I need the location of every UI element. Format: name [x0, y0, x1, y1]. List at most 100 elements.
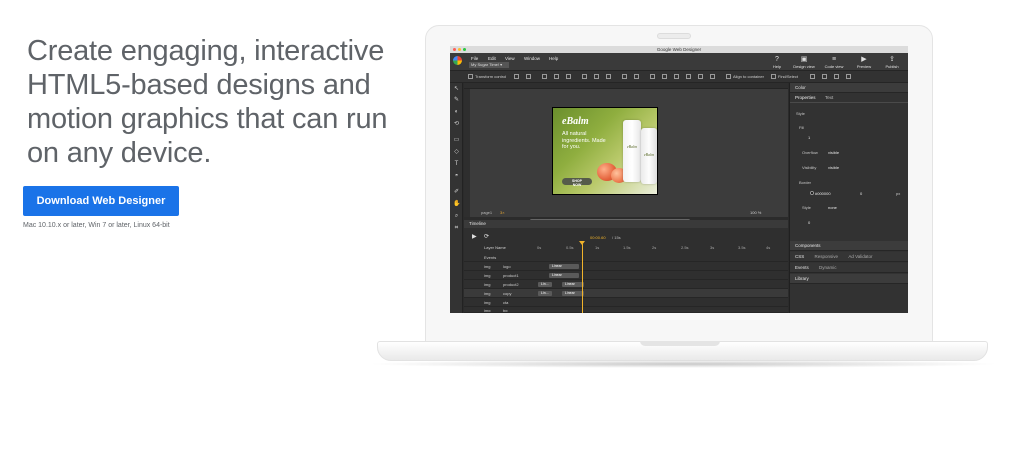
paint-bucket-tool-icon[interactable]: ◓ [453, 173, 460, 180]
style-section-label[interactable]: Style [796, 111, 805, 116]
spacing-icon[interactable] [686, 74, 691, 79]
menu-view[interactable]: View [505, 56, 515, 61]
zoom-tool-icon[interactable]: ⌕ [453, 213, 460, 220]
border-radius-value[interactable]: 0 [808, 220, 810, 225]
border-style-select[interactable]: none [828, 205, 837, 210]
tag-tool-icon[interactable]: ◇ [453, 149, 460, 156]
border-color-swatch[interactable] [810, 191, 814, 195]
distribute-h-icon[interactable] [622, 74, 627, 79]
distribute-space-icon[interactable] [674, 74, 679, 79]
align-right-icon[interactable] [566, 74, 571, 79]
overflow-select[interactable]: visible [828, 150, 839, 155]
components-panel-header[interactable]: Components [790, 241, 908, 251]
close-window-icon[interactable] [453, 48, 456, 51]
selection-tool-icon[interactable]: ↖ [453, 86, 460, 93]
border-unit: px [896, 191, 901, 196]
animation-bar[interactable]: Linear [562, 282, 584, 287]
timeline-tick: 3s [710, 245, 715, 250]
product-tube-image: eBalm [641, 128, 657, 184]
page-label[interactable]: page1 [481, 210, 492, 215]
align-middle-icon[interactable] [594, 74, 599, 79]
shape-tool-icon[interactable]: ▭ [453, 137, 460, 144]
transform-icon[interactable] [514, 74, 519, 79]
tab-dynamic[interactable]: Dynamic [819, 265, 837, 270]
tab-properties[interactable]: Properties [795, 95, 816, 100]
zoom-level[interactable]: 100 % [750, 210, 761, 215]
timeline-row[interactable]: img product2 Lin... Linear [464, 280, 788, 289]
align-top-icon[interactable] [582, 74, 587, 79]
border-width-value[interactable]: 0 [860, 191, 862, 196]
shop-now-button[interactable]: SHOP NOW [562, 178, 592, 187]
properties-panel: Color Properties Text Style Fill 1 Overf… [789, 83, 908, 313]
laptop-shadow [365, 360, 1001, 368]
publish-button[interactable]: ⇪ Publish [881, 56, 903, 69]
find-select-checkbox[interactable] [771, 74, 776, 79]
play-icon[interactable]: ▶ [472, 233, 477, 240]
timeline-timecode[interactable]: 00:00.60 [590, 235, 606, 240]
size-width-icon[interactable] [650, 74, 655, 79]
animation-bar[interactable]: Lin... [538, 291, 552, 296]
maximize-window-icon[interactable] [463, 48, 466, 51]
timeline-playhead[interactable] [582, 244, 583, 313]
tab-events[interactable]: Events [795, 265, 809, 270]
library-panel-header[interactable]: Library [790, 274, 908, 284]
eyedropper-tool-icon[interactable]: ✐ [453, 189, 460, 196]
size-height-icon[interactable] [662, 74, 667, 79]
text-tool-icon[interactable]: T [453, 161, 460, 168]
border-color-value[interactable]: #000000 [815, 191, 831, 196]
align-to-container-checkbox[interactable] [726, 74, 731, 79]
design-view-button[interactable]: ▣ Design view [793, 56, 815, 69]
animation-bar[interactable]: Linear [562, 291, 584, 296]
rotate-icon[interactable] [810, 74, 815, 79]
timeline-row[interactable]: img logo Linear [464, 262, 788, 271]
ad-creative[interactable]: eBalm All natural ingredients. Made for … [552, 107, 658, 195]
file-tab[interactable]: My Sugar Time! ▾ [469, 62, 509, 68]
menu-edit[interactable]: Edit [488, 56, 496, 61]
timeline-row[interactable]: img bg [464, 306, 788, 313]
menu-window[interactable]: Window [524, 56, 540, 61]
playhead-handle-icon[interactable] [579, 241, 585, 245]
snap-icon[interactable] [526, 74, 531, 79]
animation-bar[interactable]: Lin... [538, 282, 552, 287]
code-view-button[interactable]: ≡ Code view [823, 56, 845, 69]
menu-help[interactable]: Help [549, 56, 558, 61]
timeline-row[interactable]: img copy Lin... Linear [464, 289, 788, 298]
tab-ad-validator[interactable]: Ad Validator [848, 254, 872, 259]
ungroup-icon[interactable] [846, 74, 851, 79]
animation-bar[interactable]: Linear [549, 273, 579, 278]
timeline-row[interactable]: img product1 Linear [464, 271, 788, 280]
match-size-icon[interactable] [710, 74, 715, 79]
visibility-select[interactable]: visible [828, 165, 839, 170]
color-panel-header[interactable]: Color [790, 83, 908, 93]
hero-title: Create engaging, interactive HTML5-based… [27, 35, 388, 169]
tab-css[interactable]: CSS [795, 254, 804, 259]
align-center-icon[interactable] [554, 74, 559, 79]
fill-value[interactable]: 1 [808, 135, 810, 140]
group-icon[interactable] [834, 74, 839, 79]
preview-button[interactable]: ▶ Preview [853, 56, 875, 69]
animation-bar[interactable]: Linear [549, 264, 579, 269]
help-button[interactable]: ? Help [766, 56, 788, 69]
loop-icon[interactable]: ⟳ [484, 233, 489, 240]
transform-control-checkbox[interactable] [468, 74, 473, 79]
pen-tool-icon[interactable]: ✎ [453, 97, 460, 104]
vertical-ruler [464, 89, 470, 217]
timeline-header[interactable]: Timeline [464, 220, 788, 228]
align-bottom-icon[interactable] [606, 74, 611, 79]
tab-responsive[interactable]: Responsive [815, 254, 839, 259]
align-left-icon[interactable] [542, 74, 547, 79]
transform-3d-tool-icon[interactable]: ⟲ [453, 121, 460, 128]
hand-tool-icon[interactable]: ✋ [453, 201, 460, 208]
download-button[interactable]: Download Web Designer [23, 186, 179, 216]
distribute-v-icon[interactable] [634, 74, 639, 79]
minimize-window-icon[interactable] [458, 48, 461, 51]
spacing-v-icon[interactable] [698, 74, 703, 79]
tab-text[interactable]: Text [825, 95, 833, 100]
window-titlebar: Google Web Designer [450, 46, 908, 53]
menu-file[interactable]: File [471, 56, 478, 61]
crop-tool-icon[interactable]: ⌗ [453, 225, 460, 232]
timeline-row-events[interactable]: Events [464, 253, 788, 262]
timeline-tick: 2s [652, 245, 657, 250]
flip-icon[interactable] [822, 74, 827, 79]
fill-tool-icon[interactable]: ◐ [453, 109, 460, 116]
